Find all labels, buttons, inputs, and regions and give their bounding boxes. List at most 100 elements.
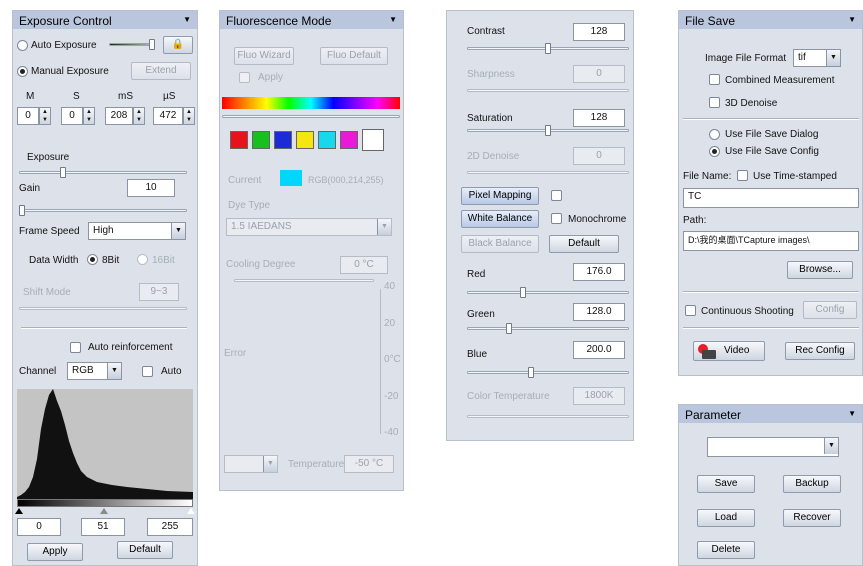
sharpness-field[interactable]: 0 — [573, 65, 625, 83]
manual-exposure-radio[interactable] — [17, 66, 28, 77]
swatch-magenta[interactable] — [340, 131, 358, 149]
pixel-mapping-button[interactable]: Pixel Mapping — [461, 187, 539, 205]
color-temperature-field[interactable]: 1800K — [573, 387, 625, 405]
saturation-slider-thumb[interactable] — [545, 125, 551, 136]
gain-slider[interactable] — [19, 209, 187, 212]
collapse-caret-icon[interactable]: ▼ — [848, 409, 856, 418]
16bit-radio[interactable] — [137, 254, 148, 265]
green-slider[interactable] — [467, 327, 629, 330]
green-field[interactable]: 128.0 — [573, 303, 625, 321]
default-button[interactable]: Default — [549, 235, 619, 253]
collapse-caret-icon[interactable]: ▼ — [848, 15, 856, 24]
auto-reinforcement-checkbox[interactable] — [70, 342, 81, 353]
denoise-2d-slider[interactable] — [467, 171, 629, 174]
red-slider-thumb[interactable] — [520, 287, 527, 298]
minutes-spinner[interactable]: ▲ ▼ — [39, 107, 51, 125]
gain-field[interactable]: 10 — [127, 179, 175, 197]
swatch-cyan[interactable] — [318, 131, 336, 149]
parameter-select[interactable]: ▼ — [707, 437, 839, 457]
exposure-control-title[interactable]: Exposure Control ▼ — [13, 11, 197, 29]
swatch-yellow[interactable] — [296, 131, 314, 149]
lock-button[interactable]: 🔒 — [163, 36, 193, 54]
path-input[interactable]: D:\我的桌面\TCapture images\ — [683, 231, 859, 251]
monochrome-checkbox[interactable] — [551, 213, 562, 224]
milliseconds-field[interactable]: 208 — [105, 107, 133, 125]
level-mid-marker[interactable] — [100, 508, 108, 514]
green-slider-thumb[interactable] — [506, 323, 512, 334]
swatch-blue[interactable] — [274, 131, 292, 149]
microseconds-field[interactable]: 472 — [153, 107, 183, 125]
spectrum-slider[interactable] — [222, 115, 400, 118]
pixel-mapping-checkbox[interactable] — [551, 190, 562, 201]
8bit-radio[interactable] — [87, 254, 98, 265]
cooling-degree-slider[interactable] — [234, 279, 374, 282]
auto-exposure-target-slider[interactable] — [109, 43, 153, 46]
browse-button[interactable]: Browse... — [787, 261, 853, 279]
swatch-green[interactable] — [252, 131, 270, 149]
contrast-slider-thumb[interactable] — [545, 43, 551, 54]
denoise-2d-field[interactable]: 0 — [573, 147, 625, 165]
exposure-slider-thumb[interactable] — [59, 167, 66, 178]
shift-mode-field[interactable]: 9~3 — [139, 283, 179, 301]
swatch-white[interactable] — [362, 129, 384, 151]
milliseconds-spinner[interactable]: ▲ ▼ — [133, 107, 145, 125]
delete-button[interactable]: Delete — [697, 541, 755, 559]
dye-type-select[interactable]: 1.5 IAEDANS ▼ — [226, 218, 392, 236]
blue-slider-thumb[interactable] — [527, 367, 534, 378]
minutes-field[interactable]: 0 — [17, 107, 39, 125]
3d-denoise-checkbox[interactable] — [709, 97, 720, 108]
extend-button[interactable]: Extend — [131, 62, 191, 80]
rec-config-button[interactable]: Rec Config — [785, 342, 855, 360]
blue-field[interactable]: 200.0 — [573, 341, 625, 359]
recover-button[interactable]: Recover — [783, 509, 841, 527]
seconds-field[interactable]: 0 — [61, 107, 83, 125]
blue-slider[interactable] — [467, 371, 629, 374]
use-file-save-dialog-radio[interactable] — [709, 129, 720, 140]
auto-exposure-radio[interactable] — [17, 40, 28, 51]
continuous-shooting-checkbox[interactable] — [685, 305, 696, 316]
exposure-slider[interactable] — [19, 171, 187, 174]
combined-measurement-checkbox[interactable] — [709, 74, 720, 85]
channel-select[interactable]: RGB ▼ — [67, 362, 122, 380]
file-name-input[interactable]: TC — [683, 188, 859, 208]
image-file-format-select[interactable]: tif ▼ — [793, 49, 841, 67]
video-button[interactable]: Video — [693, 341, 765, 361]
seconds-spinner[interactable]: ▲ ▼ — [83, 107, 95, 125]
backup-button[interactable]: Backup — [783, 475, 841, 493]
parameter-title[interactable]: Parameter ▼ — [679, 405, 862, 423]
fluo-wizard-button[interactable]: Fluo Wizard — [234, 47, 294, 65]
level-high-field[interactable]: 255 — [147, 518, 193, 536]
levels-gradient-bar[interactable] — [17, 499, 193, 507]
microseconds-spinner[interactable]: ▲ ▼ — [183, 107, 195, 125]
apply-button[interactable]: Apply — [27, 543, 83, 561]
save-button[interactable]: Save — [697, 475, 755, 493]
color-temperature-slider[interactable] — [467, 415, 629, 418]
level-mid-field[interactable]: 51 — [81, 518, 125, 536]
spectrum-bar[interactable] — [222, 97, 400, 109]
gain-slider-thumb[interactable] — [19, 205, 25, 216]
level-low-field[interactable]: 0 — [17, 518, 61, 536]
fluorescence-mode-title[interactable]: Fluorescence Mode ▼ — [220, 11, 403, 29]
frame-speed-select[interactable]: High ▼ — [88, 222, 186, 240]
fluo-apply-checkbox[interactable] — [239, 72, 250, 83]
sharpness-slider[interactable] — [467, 89, 629, 92]
file-save-title[interactable]: File Save ▼ — [679, 11, 862, 29]
saturation-field[interactable]: 128 — [573, 109, 625, 127]
auto-exposure-target-thumb[interactable] — [149, 39, 155, 50]
black-balance-button[interactable]: Black Balance — [461, 235, 539, 253]
default-button[interactable]: Default — [117, 541, 173, 559]
red-slider[interactable] — [467, 291, 629, 294]
swatch-red[interactable] — [230, 131, 248, 149]
collapse-caret-icon[interactable]: ▼ — [183, 15, 191, 24]
contrast-field[interactable]: 128 — [573, 23, 625, 41]
white-balance-button[interactable]: White Balance — [461, 210, 539, 228]
collapse-caret-icon[interactable]: ▼ — [389, 15, 397, 24]
level-low-marker[interactable] — [15, 508, 23, 514]
auto-channel-checkbox[interactable] — [142, 366, 153, 377]
temperature-mode-select[interactable]: ▼ — [224, 455, 278, 473]
fluo-default-button[interactable]: Fluo Default — [320, 47, 388, 65]
use-file-save-config-radio[interactable] — [709, 146, 720, 157]
config-button[interactable]: Config — [803, 301, 857, 319]
red-field[interactable]: 176.0 — [573, 263, 625, 281]
use-time-stamped-checkbox[interactable] — [737, 170, 748, 181]
